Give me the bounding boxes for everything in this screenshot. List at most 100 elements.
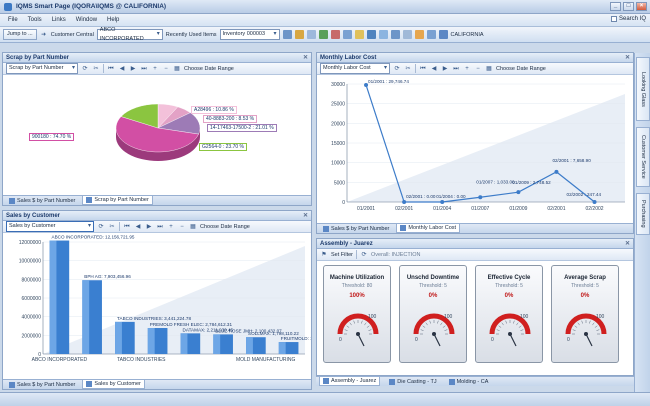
labor-chart-select-value: Monthly Labor Cost bbox=[323, 65, 371, 71]
gauge-tick bbox=[592, 322, 595, 326]
menu-help[interactable]: Help bbox=[107, 17, 119, 23]
settings-icon[interactable] bbox=[402, 30, 412, 39]
folder-icon[interactable] bbox=[294, 30, 304, 39]
mail-icon[interactable] bbox=[378, 30, 388, 39]
zoom-in-icon[interactable]: + bbox=[151, 65, 159, 73]
tools-icon[interactable]: ✂ bbox=[404, 65, 412, 73]
y-tick-label: 30000 bbox=[331, 82, 345, 88]
chart-icon[interactable] bbox=[366, 30, 376, 39]
menu-tools[interactable]: Tools bbox=[28, 17, 42, 23]
search-iq-label[interactable]: Search IQ bbox=[619, 16, 646, 22]
key-icon[interactable] bbox=[414, 30, 424, 39]
last-icon[interactable]: ⏭ bbox=[156, 223, 164, 231]
refresh-icon[interactable]: ⟳ bbox=[360, 251, 368, 259]
customer-select[interactable]: ABCO INCORPORATED bbox=[96, 27, 163, 42]
globe-icon[interactable] bbox=[438, 30, 448, 39]
gauge-tick bbox=[518, 325, 522, 328]
tab-molding-ca[interactable]: Molding - CA bbox=[446, 377, 492, 386]
gauge-min-label: 0 bbox=[339, 337, 342, 343]
calendar-icon[interactable] bbox=[282, 30, 292, 39]
zoom-in-icon[interactable]: + bbox=[463, 65, 471, 73]
menu-links[interactable]: Links bbox=[52, 17, 66, 23]
point-label: 01/2007 : 1,033.00 bbox=[476, 179, 515, 184]
menu-window[interactable]: Window bbox=[76, 17, 97, 23]
data-point[interactable] bbox=[554, 169, 559, 174]
minimize-button[interactable]: _ bbox=[610, 2, 621, 11]
first-icon[interactable]: ⏮ bbox=[107, 65, 115, 73]
tools-icon[interactable]: ✂ bbox=[92, 65, 100, 73]
zoom-out-icon[interactable]: − bbox=[474, 65, 482, 73]
labor-panel-toolbar: Monthly Labor Cost ⟳ ✂ ⏮ ◀ ▶ ⏭ + − ▦ Cho… bbox=[317, 63, 633, 75]
help-icon[interactable] bbox=[426, 30, 436, 39]
close-icon[interactable]: ✕ bbox=[303, 212, 308, 219]
close-icon[interactable]: ✕ bbox=[625, 54, 630, 61]
arrow-icon[interactable]: ➜ bbox=[40, 31, 48, 39]
window-icon[interactable] bbox=[342, 30, 352, 39]
first-icon[interactable]: ⏮ bbox=[419, 65, 427, 73]
tab-die-casting-tj[interactable]: Die Casting - TJ bbox=[386, 377, 439, 386]
data-point[interactable] bbox=[440, 200, 445, 204]
close-button[interactable]: × bbox=[636, 2, 647, 11]
next-icon[interactable]: ▶ bbox=[145, 223, 153, 231]
tab-sales-by-part[interactable]: Sales $ by Part Number bbox=[320, 224, 392, 233]
close-icon[interactable]: ✕ bbox=[625, 240, 630, 247]
data-point[interactable] bbox=[516, 190, 521, 195]
next-icon[interactable]: ▶ bbox=[129, 65, 137, 73]
prev-icon[interactable]: ◀ bbox=[430, 65, 438, 73]
prev-icon[interactable]: ◀ bbox=[134, 223, 142, 231]
tab-monthly-labor-cost[interactable]: Monthly Labor Cost bbox=[396, 224, 461, 233]
tab-sales-by-customer[interactable]: Sales by Customer bbox=[82, 380, 145, 389]
data-point[interactable] bbox=[402, 200, 407, 204]
calendar-icon[interactable]: ▦ bbox=[189, 223, 197, 231]
stop-icon[interactable] bbox=[330, 30, 340, 39]
gauge-min-label: 0 bbox=[567, 337, 570, 343]
bar-highlight bbox=[115, 321, 122, 354]
refresh-icon[interactable]: ⟳ bbox=[393, 65, 401, 73]
tools-icon[interactable]: ✂ bbox=[108, 223, 116, 231]
refresh-icon[interactable] bbox=[318, 30, 328, 39]
gauge-threshold: Threshold: 80 bbox=[341, 283, 373, 289]
recent-items-select[interactable]: Inventory 000003 bbox=[219, 29, 280, 40]
tab-sales-by-part[interactable]: Sales $ by Part Number bbox=[6, 196, 78, 205]
side-tab-customer-service[interactable]: Customer Service bbox=[636, 127, 650, 187]
choose-date-range-button[interactable]: Choose Date Range bbox=[200, 224, 250, 230]
side-tab-looking-glass[interactable]: Looking Glass bbox=[636, 57, 650, 121]
last-icon[interactable]: ⏭ bbox=[140, 65, 148, 73]
refresh-icon[interactable]: ⟳ bbox=[97, 223, 105, 231]
calendar-icon[interactable]: ▦ bbox=[173, 65, 181, 73]
data-point[interactable] bbox=[592, 200, 597, 204]
filter-icon[interactable]: ⚑ bbox=[320, 251, 328, 259]
choose-date-range-button[interactable]: Choose Date Range bbox=[184, 66, 234, 72]
prev-icon[interactable]: ◀ bbox=[118, 65, 126, 73]
set-filter-button[interactable]: Set Filter bbox=[331, 252, 353, 258]
first-icon[interactable]: ⏮ bbox=[123, 223, 131, 231]
jump-to-button[interactable]: Jump to ... bbox=[3, 29, 37, 40]
zoom-out-icon[interactable]: − bbox=[178, 223, 186, 231]
print-icon[interactable] bbox=[390, 30, 400, 39]
tab-assembly-juarez[interactable]: Assembly - Juarez bbox=[319, 377, 381, 386]
customer-select-value: ABCO INCORPORATED bbox=[99, 26, 144, 42]
data-point[interactable] bbox=[478, 195, 483, 200]
zoom-in-icon[interactable]: + bbox=[167, 223, 175, 231]
bar-label: FRUITMOLD: 1,279,349.53 bbox=[281, 336, 311, 341]
scrap-chart-select[interactable]: Scrap by Part Number bbox=[6, 63, 78, 74]
calendar-icon[interactable]: ▦ bbox=[485, 65, 493, 73]
zoom-out-icon[interactable]: − bbox=[162, 65, 170, 73]
star-icon[interactable] bbox=[354, 30, 364, 39]
document-icon[interactable] bbox=[306, 30, 316, 39]
choose-date-range-button[interactable]: Choose Date Range bbox=[496, 66, 546, 72]
refresh-icon[interactable]: ⟳ bbox=[81, 65, 89, 73]
next-icon[interactable]: ▶ bbox=[441, 65, 449, 73]
maximize-button[interactable]: □ bbox=[623, 2, 634, 11]
tab-scrap-by-part[interactable]: Scrap by Part Number bbox=[82, 196, 153, 205]
close-icon[interactable]: ✕ bbox=[303, 54, 308, 61]
search-checkbox[interactable] bbox=[610, 16, 617, 22]
last-icon[interactable]: ⏭ bbox=[452, 65, 460, 73]
x-tick-label: 01/2009 bbox=[509, 206, 527, 212]
sales-chart-select[interactable]: Sales by Customer bbox=[6, 221, 94, 232]
tab-sales-by-part[interactable]: Sales $ by Part Number bbox=[6, 380, 78, 389]
side-tab-purchasing[interactable]: Purchasing bbox=[636, 193, 650, 235]
y-tick-label: 8000000 bbox=[22, 277, 42, 283]
labor-chart-select[interactable]: Monthly Labor Cost bbox=[320, 63, 390, 74]
menu-file[interactable]: File bbox=[8, 17, 18, 23]
